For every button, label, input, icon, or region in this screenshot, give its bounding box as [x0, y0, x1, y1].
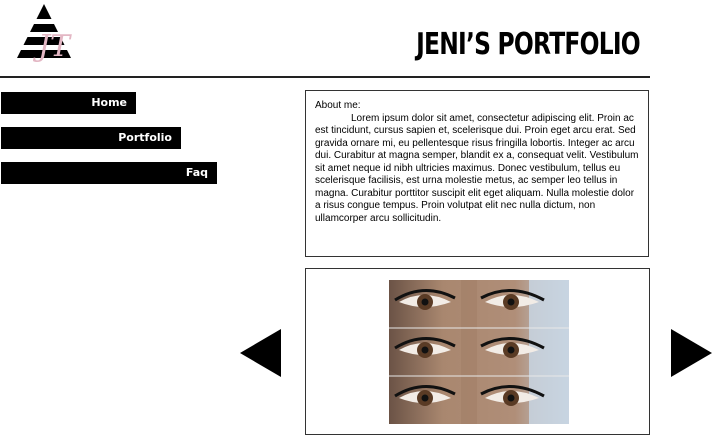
about-heading: About me: — [315, 100, 361, 111]
triangle-logo-icon: JT — [14, 4, 74, 64]
gallery-photo[interactable] — [389, 280, 569, 424]
gallery-next-button[interactable] — [671, 329, 713, 382]
nav-home-button[interactable]: Home — [1, 92, 136, 114]
triangle-left-icon — [240, 329, 281, 377]
triangle-right-icon — [671, 329, 712, 377]
logo-monogram: JT — [32, 29, 72, 64]
gallery-prev-button[interactable] — [240, 329, 282, 382]
logo[interactable]: JT — [14, 4, 74, 66]
nav-faq-button[interactable]: Faq — [1, 162, 217, 184]
about-body-text: Lorem ipsum dolor sit amet, consectetur … — [315, 112, 639, 224]
eyelash-photo-image — [389, 280, 569, 424]
header-divider — [0, 76, 650, 78]
gallery-panel — [305, 268, 650, 435]
nav-portfolio-button[interactable]: Portfolio — [1, 127, 181, 149]
about-me-panel: About me: Lorem ipsum dolor sit amet, co… — [305, 90, 649, 257]
site-title: JENI’S PORTFOLIO — [416, 27, 641, 62]
